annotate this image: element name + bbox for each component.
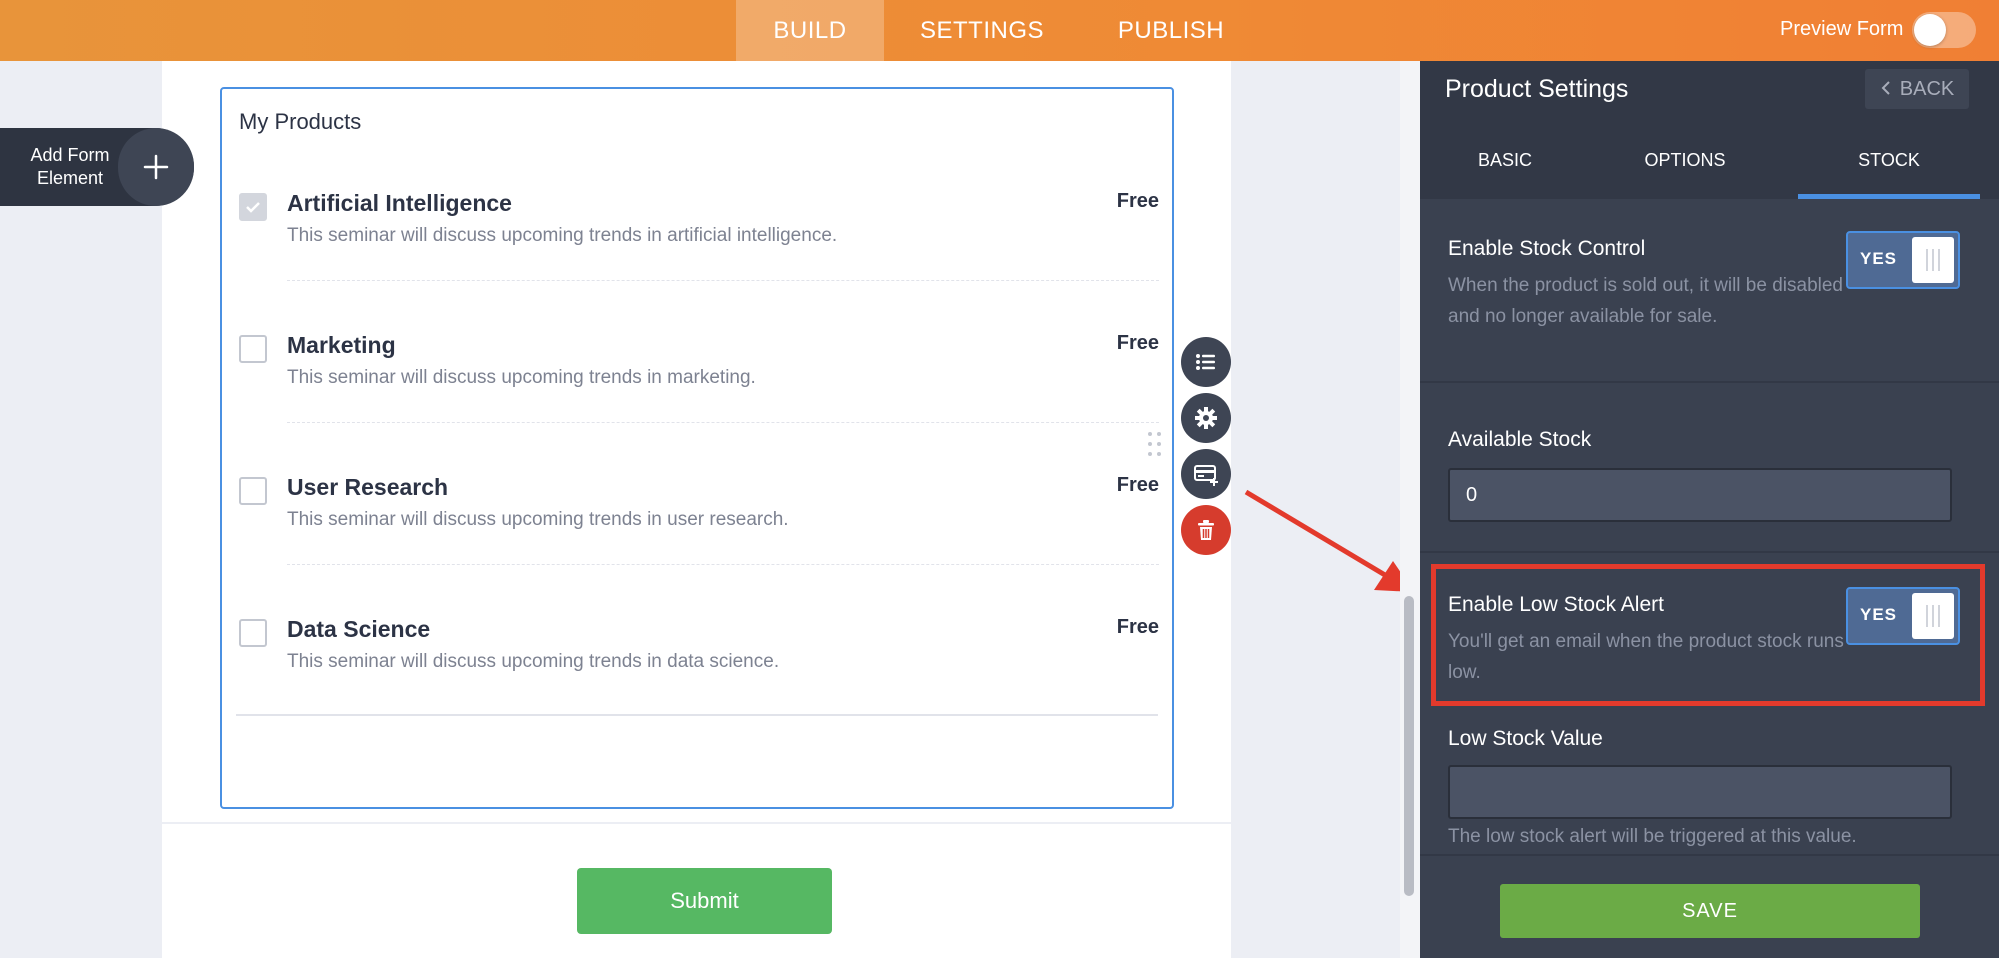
low-stock-alert-title: Enable Low Stock Alert	[1448, 593, 1664, 616]
top-bar: BUILD SETTINGS PUBLISH Preview Form	[0, 0, 1999, 61]
tab-stock[interactable]: STOCK	[1798, 121, 1980, 199]
add-form-element-label: Add Form Element	[30, 145, 110, 188]
preview-form-label: Preview Form	[1780, 18, 1904, 40]
submit-button[interactable]: Submit	[577, 868, 832, 934]
tab-publish[interactable]: PUBLISH	[1100, 0, 1242, 61]
enable-stock-control-title: Enable Stock Control	[1448, 237, 1646, 260]
panel-tabs: BASIC OPTIONS STOCK	[1420, 121, 1999, 199]
payment-card-icon[interactable]	[1181, 449, 1231, 499]
gear-icon[interactable]	[1181, 393, 1231, 443]
product-item: Data Science This seminar will discuss u…	[239, 611, 1159, 753]
tab-options[interactable]: OPTIONS	[1600, 121, 1770, 199]
toggle-knob	[1914, 14, 1946, 46]
drag-handle-icon[interactable]	[1148, 432, 1164, 464]
divider	[1420, 551, 1999, 553]
product-list-title: My Products	[239, 109, 362, 134]
scrollbar-thumb[interactable]	[1404, 596, 1414, 896]
divider	[162, 822, 1231, 824]
back-button[interactable]: BACK	[1865, 69, 1969, 109]
save-button[interactable]: SAVE	[1500, 884, 1920, 938]
checkmark-icon	[246, 202, 260, 213]
divider	[287, 564, 1159, 565]
plus-icon[interactable]	[118, 128, 194, 206]
enable-stock-control-description: When the product is sold out, it will be…	[1448, 275, 1843, 327]
low-stock-alert-description: You'll get an email when the product sto…	[1448, 631, 1844, 683]
product-item: User Research This seminar will discuss …	[239, 469, 1159, 611]
available-stock-title: Available Stock	[1448, 428, 1592, 451]
trash-icon[interactable]	[1181, 505, 1231, 555]
product-item: Artificial Intelligence This seminar wil…	[239, 185, 1159, 327]
product-checkbox[interactable]	[239, 619, 267, 647]
back-label: BACK	[1899, 78, 1955, 100]
product-price: Free	[1116, 616, 1159, 638]
low-stock-value-input[interactable]	[1448, 765, 1952, 819]
enable-stock-control-toggle[interactable]: YES	[1846, 231, 1960, 289]
product-description: This seminar will discuss upcoming trend…	[287, 225, 838, 246]
product-name: Artificial Intelligence	[287, 190, 512, 216]
divider	[236, 714, 1158, 716]
toggle-knob	[1912, 593, 1954, 639]
product-name: Data Science	[287, 616, 431, 642]
product-description: This seminar will discuss upcoming trend…	[287, 509, 789, 530]
divider	[1420, 381, 1999, 383]
product-name: User Research	[287, 474, 449, 500]
tab-settings[interactable]: SETTINGS	[900, 0, 1064, 61]
product-item: Marketing This seminar will discuss upco…	[239, 327, 1159, 469]
low-stock-value-hint: The low stock alert will be triggered at…	[1448, 826, 1857, 847]
available-stock-input[interactable]: 0	[1448, 468, 1952, 522]
divider	[287, 280, 1159, 281]
divider	[1420, 854, 1999, 856]
product-price: Free	[1116, 190, 1159, 212]
product-description: This seminar will discuss upcoming trend…	[287, 651, 780, 672]
product-price: Free	[1116, 332, 1159, 354]
toggle-label: YES	[1860, 605, 1898, 624]
list-icon[interactable]	[1181, 337, 1231, 387]
preview-form-toggle[interactable]	[1912, 12, 1976, 48]
toggle-label: YES	[1860, 249, 1898, 268]
add-form-element-button[interactable]: Add Form Element	[0, 128, 194, 206]
panel-header: Product Settings BACK	[1420, 61, 1999, 121]
tab-build[interactable]: BUILD	[736, 0, 884, 61]
product-list-field[interactable]: My Products Artificial Intelligence This…	[220, 87, 1174, 809]
panel-title: Product Settings	[1445, 75, 1629, 103]
toggle-knob	[1912, 237, 1954, 283]
chevron-left-icon	[1881, 81, 1890, 95]
low-stock-alert-toggle[interactable]: YES	[1846, 587, 1960, 645]
product-checkbox[interactable]	[239, 477, 267, 505]
annotation-arrow-icon	[1244, 489, 1414, 592]
product-checkbox[interactable]	[239, 335, 267, 363]
product-name: Marketing	[287, 332, 396, 358]
low-stock-value-title: Low Stock Value	[1448, 727, 1603, 750]
divider	[287, 422, 1159, 423]
product-price: Free	[1116, 474, 1159, 496]
product-settings-panel: Product Settings BACK BASIC OPTIONS STOC…	[1420, 61, 1999, 958]
tab-basic[interactable]: BASIC	[1420, 121, 1590, 199]
product-checkbox[interactable]	[239, 193, 267, 221]
product-description: This seminar will discuss upcoming trend…	[287, 367, 756, 388]
